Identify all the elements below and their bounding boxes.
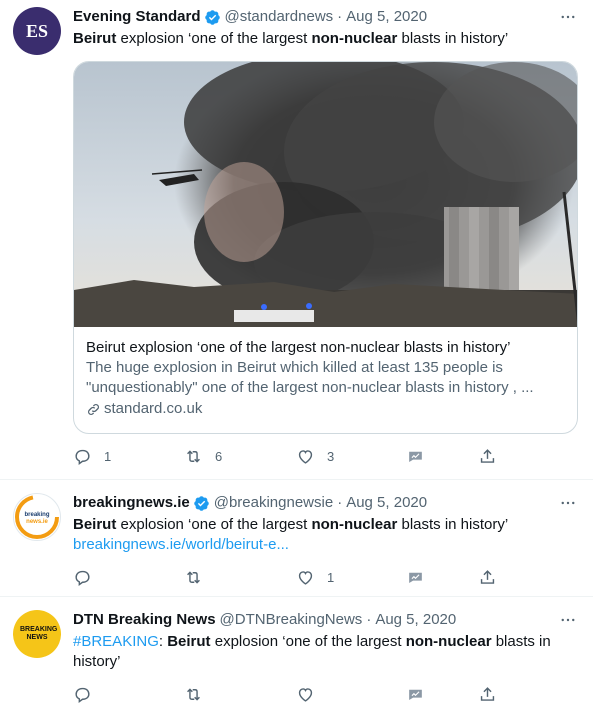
tweet-header: DTN Breaking News @DTNBreakingNews · Aug… bbox=[73, 610, 579, 630]
card-domain: standard.co.uk bbox=[86, 399, 565, 419]
tweet-evening-standard[interactable]: ES Evening Standard @standardnews · Aug … bbox=[0, 0, 593, 480]
tweet-header: Evening Standard @standardnews · Aug 5, … bbox=[73, 7, 579, 27]
author-handle[interactable]: @standardnews bbox=[225, 7, 334, 27]
avatar[interactable]: BREAKING NEWS bbox=[13, 610, 61, 658]
reply-icon bbox=[75, 449, 90, 465]
separator: · bbox=[337, 494, 343, 511]
svg-text:breaking: breaking bbox=[24, 512, 49, 518]
like-button[interactable]: 3 bbox=[296, 446, 334, 466]
more-options-button[interactable] bbox=[557, 7, 579, 27]
like-icon bbox=[298, 687, 313, 702]
retweet-icon bbox=[187, 687, 200, 701]
more-options-button[interactable] bbox=[557, 493, 579, 513]
tweet-link[interactable]: breakingnews.ie/world/beirut-e... bbox=[73, 535, 579, 555]
share-icon bbox=[480, 686, 495, 701]
analytics-icon bbox=[409, 572, 422, 583]
tweet-date[interactable]: Aug 5, 2020 bbox=[346, 493, 427, 513]
retweet-button[interactable] bbox=[184, 684, 215, 704]
author-name[interactable]: Evening Standard bbox=[73, 7, 201, 27]
avatar-logo: BREAKING NEWS bbox=[20, 626, 58, 641]
analytics-icon bbox=[409, 689, 422, 700]
tweet-date[interactable]: Aug 5, 2020 bbox=[375, 610, 456, 630]
reply-button[interactable]: 1 bbox=[73, 446, 111, 466]
tweet-text: Beirut explosion ‘one of the largest non… bbox=[73, 516, 509, 533]
svg-text:news.ie: news.ie bbox=[26, 519, 48, 525]
more-icon bbox=[561, 618, 575, 622]
card-description: The huge explosion in Beirut which kille… bbox=[86, 359, 534, 396]
author-name[interactable]: breakingnews.ie bbox=[73, 493, 190, 513]
reply-button[interactable] bbox=[73, 567, 104, 587]
author-name[interactable]: DTN Breaking News bbox=[73, 610, 216, 630]
tweet-actions: 1 bbox=[73, 567, 513, 587]
reply-count: 1 bbox=[104, 448, 112, 464]
like-count: 1 bbox=[327, 569, 335, 585]
verified-icon bbox=[204, 9, 220, 25]
share-button[interactable] bbox=[478, 684, 497, 704]
separator: · bbox=[337, 8, 343, 25]
like-icon bbox=[298, 570, 313, 585]
tweet-actions: 1 6 3 bbox=[73, 446, 513, 466]
retweet-icon bbox=[187, 570, 200, 584]
like-count: 3 bbox=[327, 448, 335, 464]
analytics-icon bbox=[409, 451, 422, 462]
retweet-button[interactable]: 6 bbox=[184, 446, 222, 466]
share-icon bbox=[480, 448, 495, 463]
card-title: Beirut explosion ‘one of the largest non… bbox=[86, 339, 511, 356]
hashtag-link[interactable]: #BREAKING bbox=[73, 633, 159, 650]
avatar[interactable]: breaking news.ie bbox=[13, 493, 61, 541]
share-button[interactable] bbox=[478, 446, 497, 466]
like-button[interactable]: 1 bbox=[296, 567, 334, 587]
tweet-date[interactable]: Aug 5, 2020 bbox=[346, 7, 427, 27]
like-button[interactable] bbox=[296, 684, 327, 704]
card-image bbox=[74, 62, 577, 327]
tweet-breakingnews[interactable]: breaking news.ie breakingnews.ie @breaki… bbox=[0, 480, 593, 597]
tweet-dtn-breaking-news[interactable]: BREAKING NEWS DTN Breaking News @DTNBrea… bbox=[0, 597, 593, 713]
more-icon bbox=[561, 501, 575, 505]
avatar-logo: breaking news.ie bbox=[15, 495, 59, 539]
author-handle[interactable]: @breakingnewsie bbox=[214, 493, 333, 513]
share-button[interactable] bbox=[478, 567, 497, 587]
analytics-button[interactable] bbox=[406, 684, 425, 704]
link-icon bbox=[88, 403, 99, 415]
like-icon bbox=[298, 449, 313, 464]
tweet-header: breakingnews.ie @breakingnewsie · Aug 5,… bbox=[73, 493, 579, 513]
verified-icon bbox=[193, 495, 209, 511]
tweet-text: Beirut explosion ‘one of the largest non… bbox=[73, 30, 509, 47]
more-options-button[interactable] bbox=[557, 610, 579, 630]
reply-button[interactable] bbox=[73, 684, 104, 704]
reply-icon bbox=[75, 687, 90, 703]
retweet-count: 6 bbox=[215, 448, 223, 464]
share-icon bbox=[480, 569, 495, 584]
avatar[interactable]: ES bbox=[13, 7, 61, 55]
more-icon bbox=[561, 15, 575, 19]
link-card[interactable]: Beirut explosion ‘one of the largest non… bbox=[73, 61, 578, 434]
retweet-icon bbox=[187, 449, 200, 463]
tweet-actions bbox=[73, 684, 513, 704]
analytics-button[interactable] bbox=[406, 446, 425, 466]
author-handle[interactable]: @DTNBreakingNews bbox=[220, 610, 363, 630]
avatar-logo: ES bbox=[25, 20, 49, 41]
retweet-button[interactable] bbox=[184, 567, 215, 587]
analytics-button[interactable] bbox=[406, 567, 425, 587]
tweet-text: #BREAKING: Beirut explosion ‘one of the … bbox=[73, 633, 551, 670]
reply-icon bbox=[75, 570, 90, 586]
separator: · bbox=[366, 611, 372, 628]
